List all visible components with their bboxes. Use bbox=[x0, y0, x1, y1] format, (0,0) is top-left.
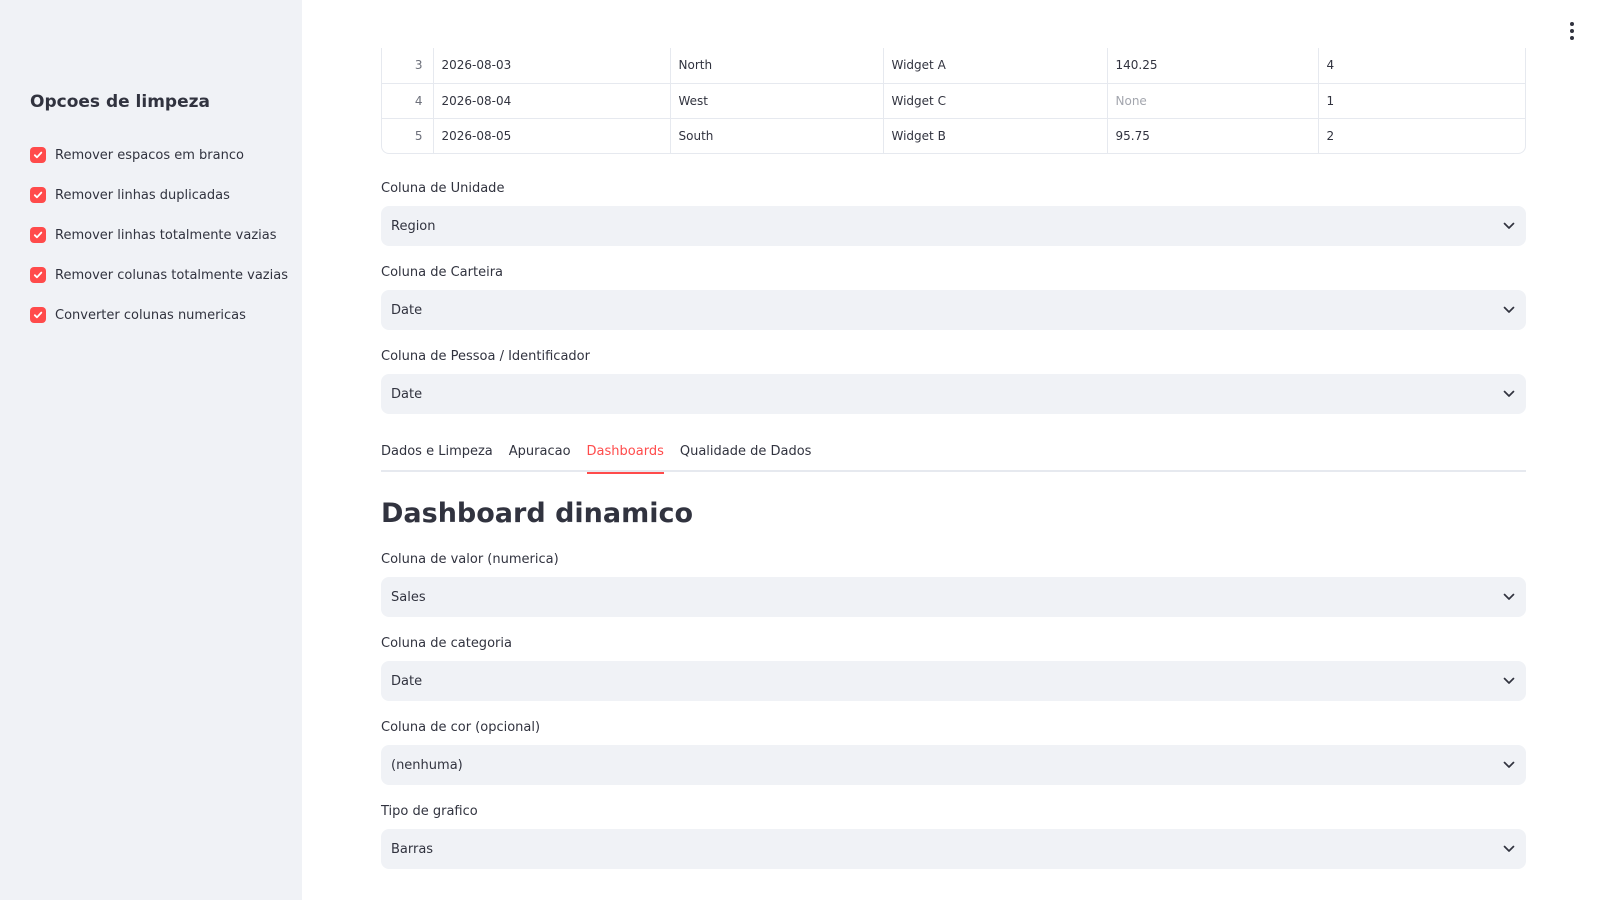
cell-sales: 140.25 bbox=[1107, 48, 1319, 84]
cell-quantity: 1 bbox=[1318, 83, 1525, 119]
carteira-select[interactable]: Date bbox=[381, 290, 1526, 330]
check-icon[interactable] bbox=[30, 187, 46, 203]
table-row[interactable]: 4 2026-08-04 West Widget C None 1 bbox=[382, 83, 1525, 119]
categoria-select[interactable]: Date bbox=[381, 661, 1526, 701]
chevron-down-icon[interactable] bbox=[1502, 387, 1516, 401]
cell-product: Widget A bbox=[883, 48, 1108, 84]
chevron-down-icon[interactable] bbox=[1502, 303, 1516, 317]
categoria-label: Coluna de categoria bbox=[381, 636, 512, 651]
cell-date: 2026-08-04 bbox=[433, 83, 671, 119]
check-icon[interactable] bbox=[30, 267, 46, 283]
checkbox-label: Converter colunas numericas bbox=[55, 307, 246, 323]
checkbox-remove-empty-columns[interactable]: Remover colunas totalmente vazias bbox=[30, 255, 288, 295]
cell-date: 2026-08-05 bbox=[433, 118, 671, 153]
tab-dashboards[interactable]: Dashboards bbox=[586, 432, 665, 474]
grafico-select[interactable]: Barras bbox=[381, 829, 1526, 869]
page-title: Dashboard dinamico bbox=[381, 498, 694, 529]
chevron-down-icon[interactable] bbox=[1502, 219, 1516, 233]
checkbox-label: Remover espacos em branco bbox=[55, 147, 244, 163]
sidebar: Opcoes de limpeza Remover espacos em bra… bbox=[0, 0, 302, 900]
cleaning-options: Remover espacos em branco Remover linhas… bbox=[30, 135, 288, 335]
row-index: 3 bbox=[382, 48, 434, 84]
valor-field: Coluna de valor (numerica) Sales bbox=[381, 550, 1526, 617]
checkbox-label: Remover linhas duplicadas bbox=[55, 187, 230, 203]
checkbox-convert-numeric[interactable]: Converter colunas numericas bbox=[30, 295, 288, 335]
table-row[interactable]: 5 2026-08-05 South Widget B 95.75 2 bbox=[382, 118, 1525, 153]
checkbox-remove-whitespace[interactable]: Remover espacos em branco bbox=[30, 135, 288, 175]
unidade-field: Coluna de Unidade Region bbox=[381, 179, 1526, 246]
tab-qualidade-de-dados[interactable]: Qualidade de Dados bbox=[680, 432, 812, 472]
unidade-select-value: Region bbox=[391, 218, 436, 234]
cor-field: Coluna de cor (opcional) (nenhuma) bbox=[381, 718, 1526, 785]
pessoa-select-value: Date bbox=[391, 386, 423, 402]
table-row[interactable]: 3 2026-08-03 North Widget A 140.25 4 bbox=[382, 48, 1525, 84]
checkbox-remove-duplicates[interactable]: Remover linhas duplicadas bbox=[30, 175, 288, 215]
checkbox-label: Remover colunas totalmente vazias bbox=[55, 267, 288, 283]
tab-dados-e-limpeza[interactable]: Dados e Limpeza bbox=[381, 432, 493, 472]
kebab-menu-icon[interactable] bbox=[1566, 20, 1578, 42]
cell-date: 2026-08-03 bbox=[433, 48, 671, 84]
chevron-down-icon[interactable] bbox=[1502, 758, 1516, 772]
row-index: 5 bbox=[382, 118, 434, 153]
unidade-label: Coluna de Unidade bbox=[381, 181, 505, 196]
check-icon[interactable] bbox=[30, 147, 46, 163]
cell-product: Widget C bbox=[883, 83, 1108, 119]
grafico-field: Tipo de grafico Barras bbox=[381, 802, 1526, 869]
cell-product: Widget B bbox=[883, 118, 1108, 153]
cell-region: North bbox=[670, 48, 884, 84]
cell-quantity: 4 bbox=[1318, 48, 1525, 84]
carteira-select-value: Date bbox=[391, 302, 423, 318]
check-icon[interactable] bbox=[30, 227, 46, 243]
tab-bar: Dados e Limpeza Apuracao Dashboards Qual… bbox=[381, 432, 1526, 474]
cell-region: West bbox=[670, 83, 884, 119]
tab-apuracao[interactable]: Apuracao bbox=[509, 432, 571, 472]
categoria-field: Coluna de categoria Date bbox=[381, 634, 1526, 701]
pessoa-select[interactable]: Date bbox=[381, 374, 1526, 414]
chevron-down-icon[interactable] bbox=[1502, 674, 1516, 688]
chevron-down-icon[interactable] bbox=[1502, 842, 1516, 856]
valor-label: Coluna de valor (numerica) bbox=[381, 552, 559, 567]
cell-region: South bbox=[670, 118, 884, 153]
chevron-down-icon[interactable] bbox=[1502, 590, 1516, 604]
data-table[interactable]: 3 2026-08-03 North Widget A 140.25 4 4 2… bbox=[381, 48, 1526, 154]
valor-select-value: Sales bbox=[391, 589, 426, 605]
check-icon[interactable] bbox=[30, 307, 46, 323]
checkbox-label: Remover linhas totalmente vazias bbox=[55, 227, 277, 243]
grafico-select-value: Barras bbox=[391, 841, 434, 857]
cell-quantity: 2 bbox=[1326, 128, 1335, 143]
carteira-field: Coluna de Carteira Date bbox=[381, 263, 1526, 330]
cor-select-value: (nenhuma) bbox=[391, 757, 463, 773]
unidade-select[interactable]: Region bbox=[381, 206, 1526, 246]
carteira-label: Coluna de Carteira bbox=[381, 265, 504, 280]
cor-select[interactable]: (nenhuma) bbox=[381, 745, 1526, 785]
categoria-select-value: Date bbox=[391, 673, 423, 689]
pessoa-field: Coluna de Pessoa / Identificador Date bbox=[381, 347, 1526, 414]
cell-sales: 95.75 bbox=[1107, 118, 1319, 153]
row-index: 4 bbox=[382, 83, 434, 119]
pessoa-label: Coluna de Pessoa / Identificador bbox=[381, 349, 590, 364]
cor-label: Coluna de cor (opcional) bbox=[381, 720, 541, 735]
checkbox-remove-empty-rows[interactable]: Remover linhas totalmente vazias bbox=[30, 215, 288, 255]
cell-sales: None bbox=[1107, 83, 1319, 119]
grafico-label: Tipo de grafico bbox=[381, 804, 478, 819]
sidebar-title: Opcoes de limpeza bbox=[30, 92, 210, 112]
valor-select[interactable]: Sales bbox=[381, 577, 1526, 617]
